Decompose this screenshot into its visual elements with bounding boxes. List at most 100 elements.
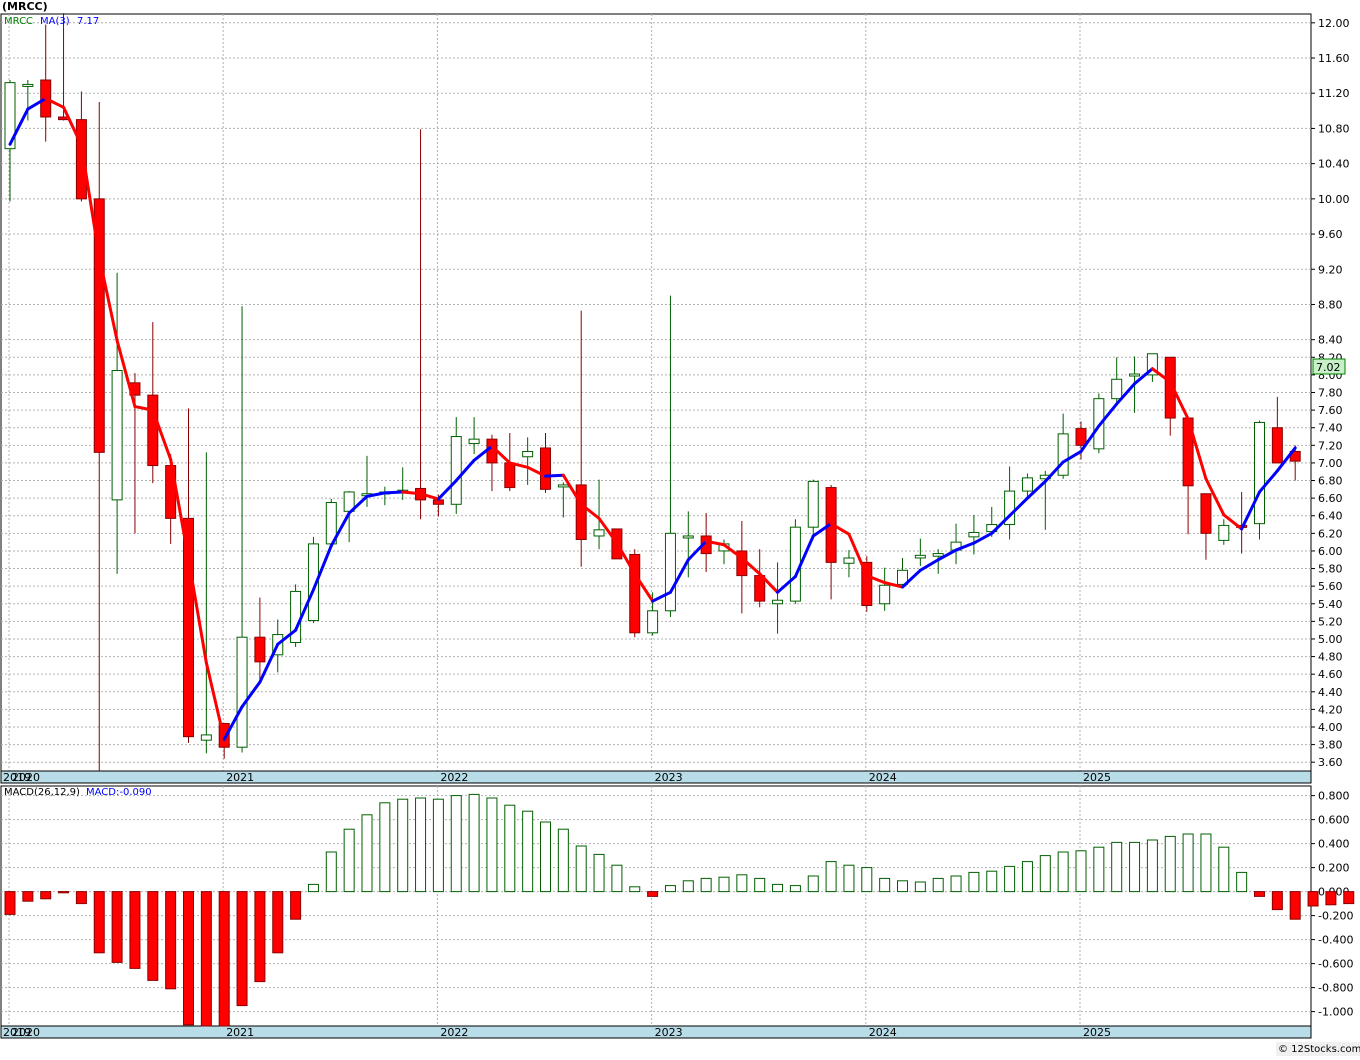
macd-bar [1057, 851, 1069, 893]
price-y-tick-label: 10.00 [1318, 193, 1350, 206]
candle-body [1129, 373, 1141, 377]
candle-body [504, 462, 516, 489]
macd-bar [432, 798, 444, 893]
macd-bar [968, 871, 980, 893]
candle-body [1200, 493, 1212, 534]
ma-segment [383, 490, 405, 495]
candle-body [879, 584, 891, 605]
macd-bar [664, 885, 676, 893]
macd-bar [1307, 891, 1319, 907]
candle-body [932, 553, 944, 557]
macd-bar [183, 891, 194, 1026]
price-y-tick-label: 7.40 [1318, 422, 1343, 435]
price-y-tick-label: 9.60 [1318, 228, 1343, 241]
candle-body [1021, 477, 1033, 492]
macd-bar [1093, 846, 1105, 893]
macd-bar [504, 804, 516, 893]
macd-y-tick-label: -0.400 [1318, 934, 1353, 947]
price-y-tick-label: 7.80 [1318, 387, 1343, 400]
macd-bar [415, 797, 427, 893]
macd-y-tick-label: 0.200 [1318, 862, 1350, 875]
macd-y-tick-label: -0.200 [1318, 910, 1353, 923]
macd-bar [272, 891, 284, 954]
macd-bar [290, 891, 302, 920]
ma-segment [401, 490, 423, 496]
macd-bar [1004, 865, 1016, 893]
price-y-tick-label: 11.60 [1318, 52, 1350, 65]
macd-bar [4, 891, 16, 915]
candle-body [647, 610, 659, 634]
macd-bar [629, 886, 641, 893]
price-y-tick-label: 10.80 [1318, 122, 1350, 135]
price-y-tick-label: 10.40 [1318, 158, 1350, 171]
macd-bar [1236, 871, 1248, 893]
price-y-tick-label: 8.40 [1318, 334, 1343, 347]
macd-bar [40, 891, 52, 900]
macd-bar [75, 891, 87, 905]
price-y-tick-label: 6.80 [1318, 475, 1343, 488]
macd-bar [165, 891, 177, 990]
candle-body [682, 535, 694, 539]
macd-bar [1021, 861, 1033, 893]
macd-bar [1289, 891, 1301, 920]
macd-bar [343, 828, 355, 893]
price-x-year-label: 2022 [440, 771, 468, 784]
macd-bar [718, 876, 730, 893]
credit-text: © 12Stocks.com [1278, 1044, 1360, 1055]
macd-bar [486, 797, 498, 893]
macd-bar [325, 851, 337, 893]
candle-body [1057, 433, 1069, 476]
price-y-tick-label: 5.40 [1318, 598, 1343, 611]
candle-body [22, 83, 34, 87]
price-y-tick-label: 5.20 [1318, 615, 1343, 628]
macd-bar [236, 891, 248, 1007]
macd-bar [1200, 833, 1212, 893]
macd-bar [307, 883, 319, 893]
stock-chart: 12.00 11.60 11.20 10.80 10.40 10.00 9.60 9.20 8.… [0, 0, 1360, 1056]
price-y-tick-label: 11.20 [1318, 87, 1350, 100]
candle-body [843, 557, 855, 564]
price-legend-ma: MA(3) [40, 16, 70, 27]
macd-x-year-label: 2023 [655, 1026, 683, 1039]
candle-body [522, 450, 534, 458]
macd-legend-name: MACD(26,12,9) [4, 787, 80, 798]
macd-bar [1129, 841, 1141, 893]
price-y-tick-label: 6.60 [1318, 492, 1343, 505]
chart-title: (MRCC) [2, 0, 48, 13]
macd-bar [593, 853, 605, 893]
candle-body [254, 636, 266, 663]
price-x-year-label: 2025 [1083, 771, 1111, 784]
price-y-tick-label: 8.80 [1318, 298, 1343, 311]
macd-bar [361, 814, 373, 893]
macd-bar [1271, 891, 1283, 911]
macd-x-year-label: 2022 [440, 1026, 468, 1039]
price-y-tick-label: 4.40 [1318, 686, 1343, 699]
price-legend-ma-value: 7.17 [77, 16, 99, 27]
candle-body [807, 480, 819, 528]
candle-body [540, 447, 551, 490]
macd-bar [754, 877, 766, 893]
price-y-tick-label: 5.80 [1318, 563, 1343, 576]
candle-body [468, 438, 480, 445]
macd-bar [986, 870, 998, 893]
macd-bar [897, 880, 908, 893]
macd-bar [1254, 891, 1265, 897]
macd-bar [825, 861, 837, 893]
macd-bar [1164, 835, 1176, 893]
price-x-year-label: 2020 [12, 771, 40, 784]
macd-y-tick-label: 0.600 [1318, 814, 1350, 827]
macd-x-year-label: 2021 [226, 1026, 254, 1039]
price-y-tick-label: 3.60 [1318, 756, 1343, 769]
price-y-tick-label: 6.00 [1318, 545, 1343, 558]
candle-body [1254, 421, 1265, 525]
candle-body [575, 484, 587, 540]
macd-bar [200, 891, 212, 1027]
price-y-tick-label: 6.40 [1318, 510, 1343, 523]
macd-bar [1343, 891, 1355, 905]
price-y-tick-label: 7.00 [1318, 457, 1343, 470]
macd-bar [682, 880, 694, 893]
macd-bar [914, 881, 926, 893]
price-y-tick-label: 9.20 [1318, 263, 1343, 276]
candle-body [968, 531, 980, 538]
macd-bar [647, 891, 659, 897]
